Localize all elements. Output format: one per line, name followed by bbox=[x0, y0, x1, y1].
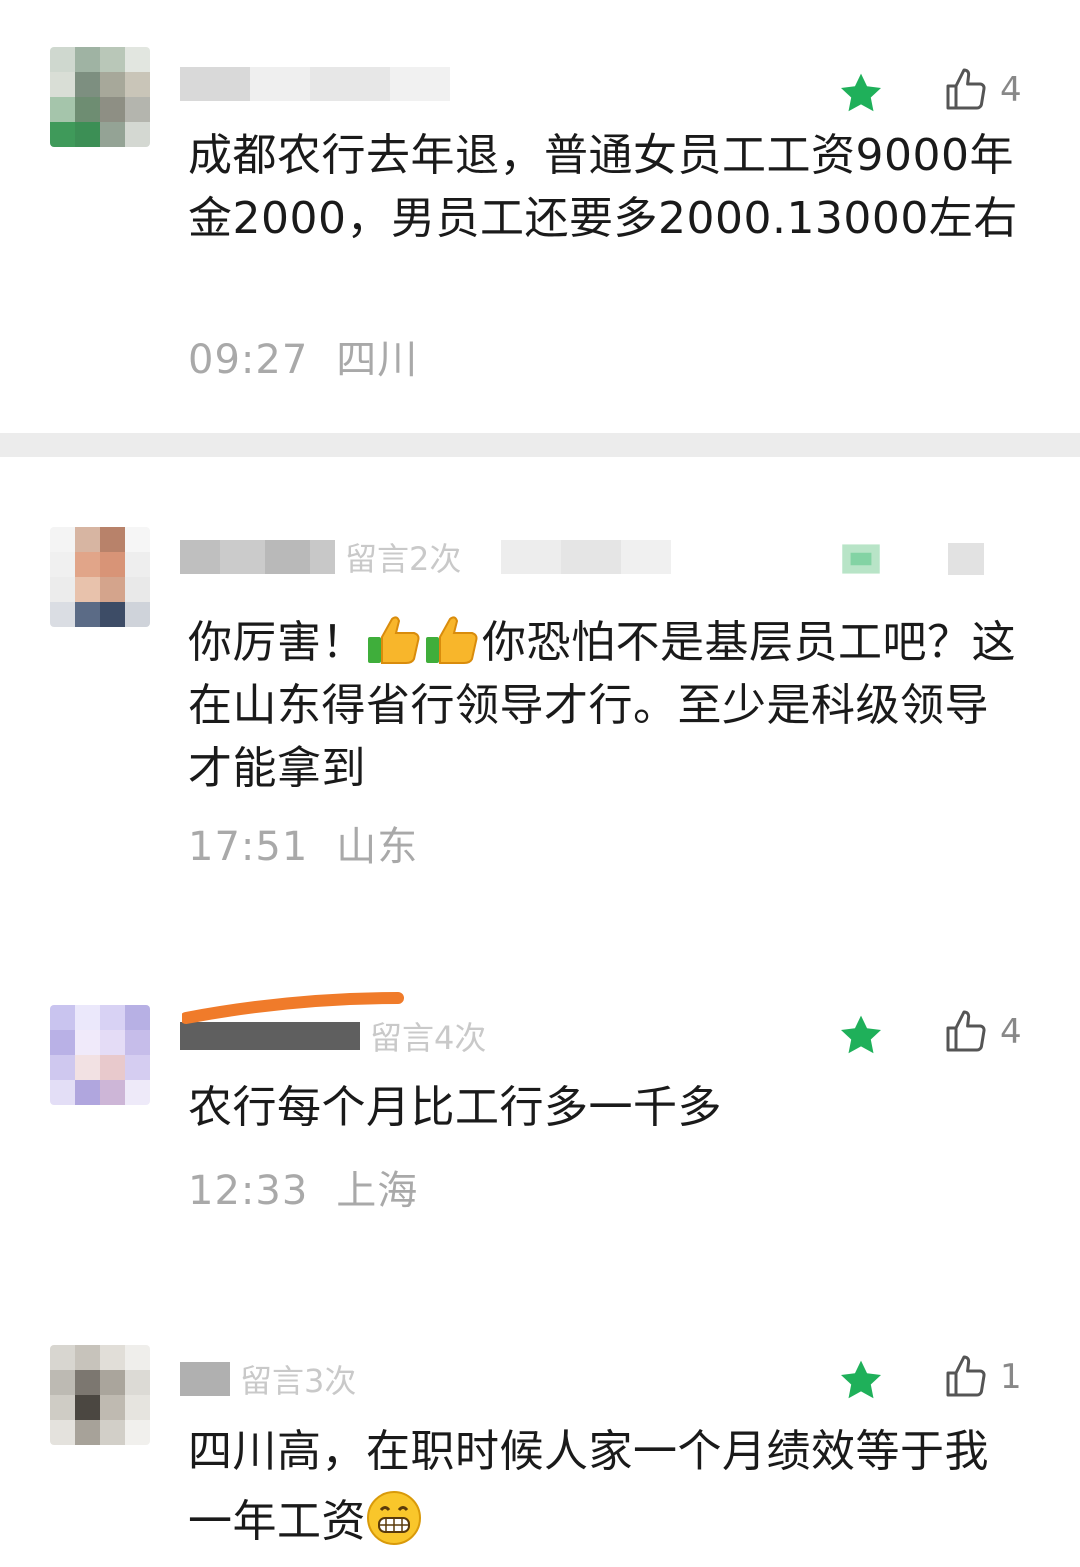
username-redacted[interactable] bbox=[180, 64, 450, 104]
redaction-stroke bbox=[182, 992, 404, 1024]
comment-text-part: 四川高，在职时候人家一个月绩效等于我一年工资 bbox=[188, 1426, 989, 1547]
comment-footer: 17:51 山东 bbox=[188, 814, 418, 872]
reply-count-text: 留言3次 bbox=[240, 1362, 357, 1400]
comment-text: 农行每个月比工行多一千多 bbox=[188, 1082, 722, 1133]
thumbs-up-outline-icon bbox=[946, 68, 986, 110]
star-icon[interactable] bbox=[836, 69, 886, 119]
star-icon[interactable] bbox=[836, 1356, 886, 1406]
thumbs-up-outline-icon bbox=[946, 1010, 986, 1052]
like-button[interactable]: 1 bbox=[942, 1353, 1022, 1401]
avatar[interactable] bbox=[50, 47, 150, 147]
like-button[interactable]: 4 bbox=[942, 1008, 1022, 1056]
like-button[interactable] bbox=[942, 535, 1000, 583]
avatar[interactable] bbox=[50, 1345, 150, 1445]
comment-text: 你厉害！ 你恐怕不是基层员工吧？这在山东得省行领导才行。至少是科级领导才能拿到 bbox=[188, 611, 1028, 800]
like-count: 1 bbox=[1000, 1357, 1022, 1397]
comment-item: 4 成都农行去年退，普通女员工工资9000年金2000，男员工还要多2000.1… bbox=[0, 0, 1080, 433]
section-divider bbox=[0, 433, 1080, 457]
like-count: 4 bbox=[1000, 70, 1022, 110]
comment-item: 留言3次 1 四川高，在职时候人家一个月绩效等于我一年工资 bbox=[0, 1325, 1080, 1567]
comment-time: 17:51 bbox=[188, 824, 309, 870]
thumbs-up-emoji bbox=[426, 616, 478, 664]
avatar[interactable] bbox=[50, 1005, 150, 1105]
like-button[interactable]: 4 bbox=[942, 66, 1022, 114]
grinning-face-emoji bbox=[367, 1491, 421, 1545]
comment-text-part: 你厉害！ bbox=[188, 617, 366, 668]
reply-count-text: 留言2次 bbox=[345, 540, 462, 578]
comment-item: 留言4次 4 农行每个月比工行多一千多 12:33 上海 bbox=[0, 980, 1080, 1320]
comment-footer: 09:27 四川 bbox=[188, 327, 418, 385]
avatar[interactable] bbox=[50, 527, 150, 627]
comment-location: 山东 bbox=[336, 824, 419, 870]
comment-time: 12:33 bbox=[188, 1168, 309, 1214]
username-redacted[interactable]: 留言3次 bbox=[180, 1359, 357, 1400]
star-icon[interactable] bbox=[836, 1011, 886, 1061]
thumbs-up-emoji bbox=[368, 616, 420, 664]
comment-text: 成都农行去年退，普通女员工工资9000年金2000，男员工还要多2000.130… bbox=[188, 130, 1018, 244]
username-redacted[interactable]: 留言2次 bbox=[180, 537, 672, 578]
comment-footer: 12:33 上海 bbox=[188, 1158, 418, 1216]
comment-text: 四川高，在职时候人家一个月绩效等于我一年工资 bbox=[188, 1417, 1028, 1557]
comment-location: 上海 bbox=[336, 1168, 419, 1214]
like-count: 4 bbox=[1000, 1012, 1022, 1052]
comment-time: 09:27 bbox=[188, 337, 309, 383]
thumbs-up-outline-icon bbox=[948, 543, 984, 575]
star-icon[interactable] bbox=[836, 534, 886, 584]
comment-item: 留言2次 你厉害！ 你恐怕不是基层员工吧？这在山东得省行领导才行。至少是科级领导才… bbox=[0, 457, 1080, 947]
thumbs-up-outline-icon bbox=[946, 1355, 986, 1397]
comment-location: 四川 bbox=[336, 337, 419, 383]
